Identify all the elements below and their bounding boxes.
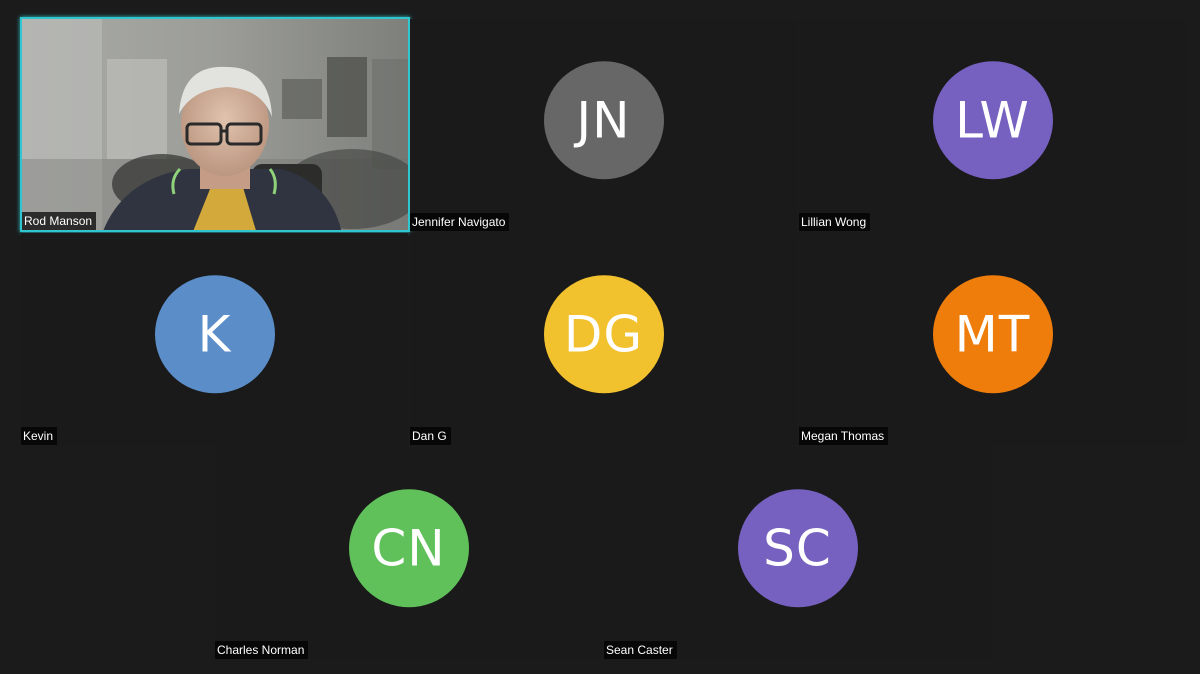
participant-name: Jennifer Navigato — [410, 213, 510, 231]
avatar: LW — [932, 61, 1053, 180]
participant-tile-lillian-wong[interactable]: LW Lillian Wong — [799, 19, 1186, 231]
avatar: CN — [348, 489, 469, 608]
participant-name: Charles Norman — [215, 641, 309, 659]
participant-tile-kevin[interactable]: K Kevin — [21, 233, 408, 445]
avatar: SC — [737, 489, 858, 608]
gallery-view: Rod Manson JN Jennifer Navigato LW Lilli… — [0, 0, 1200, 674]
participant-tile-charles-norman[interactable]: CN Charles Norman — [215, 447, 602, 659]
avatar: MT — [932, 275, 1053, 394]
participant-name: Megan Thomas — [799, 427, 889, 445]
avatar: DG — [543, 275, 664, 394]
participant-tile-dan-g[interactable]: DG Dan G — [410, 233, 797, 445]
participant-tile-sean-caster[interactable]: SC Sean Caster — [604, 447, 991, 659]
avatar: K — [154, 275, 275, 394]
participant-name: Kevin — [21, 427, 58, 445]
participant-tile-megan-thomas[interactable]: MT Megan Thomas — [799, 233, 1186, 445]
participant-name: Sean Caster — [604, 641, 677, 659]
avatar: JN — [543, 61, 664, 180]
participant-name: Lillian Wong — [799, 213, 871, 231]
participant-tile-rod-manson[interactable]: Rod Manson — [20, 17, 410, 232]
participant-tile-jennifer-navigato[interactable]: JN Jennifer Navigato — [410, 19, 797, 231]
participant-name: Dan G — [410, 427, 451, 445]
participant-video — [22, 19, 408, 230]
participant-name: Rod Manson — [22, 212, 97, 230]
